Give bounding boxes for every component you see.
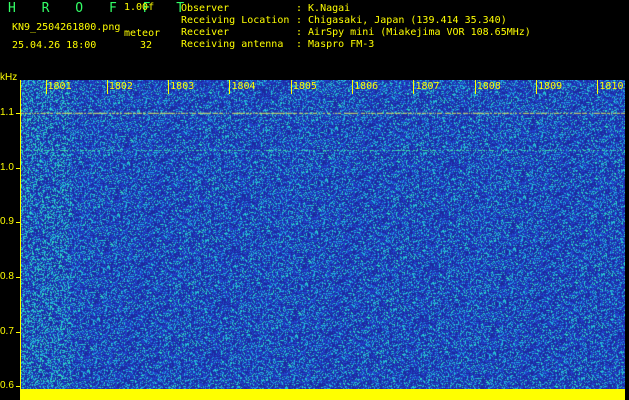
x-tick-label: 1808: [476, 81, 501, 92]
waterfall-canvas: [21, 80, 625, 400]
info-value-antenna: : Maspro FM-3: [296, 39, 375, 50]
x-tick-mark: [290, 80, 292, 94]
x-tick-label: 1806: [354, 81, 379, 92]
meteor-label: meteor: [124, 28, 161, 39]
x-tick-label: 1801: [47, 81, 72, 92]
signal-baseline: [21, 389, 625, 400]
y-tick-label: 0.6: [0, 380, 14, 392]
info-key-receiver: Receiver: [181, 27, 230, 38]
info-key-observer: Observer: [181, 3, 230, 14]
y-axis-label: kHz: [0, 72, 18, 83]
y-tick-mark: [16, 331, 21, 333]
y-tick-mark: [16, 167, 21, 169]
x-tick-label: 1803: [170, 81, 195, 92]
x-tick-mark: [106, 80, 108, 94]
info-value-observer: : K.Nagai: [296, 3, 351, 14]
y-tick-mark: [16, 222, 21, 224]
x-tick-label: 1810: [599, 81, 624, 92]
y-tick-mark: [16, 386, 21, 388]
info-key-location: Receiving Location: [181, 15, 290, 26]
x-tick-mark: [45, 80, 47, 94]
y-tick-mark: [16, 112, 21, 114]
info-value-location: : Chigasaki, Japan (139.414 35.340): [296, 15, 507, 26]
x-tick-mark: [597, 80, 599, 94]
y-tick-mark: [16, 276, 21, 278]
y-axis-line: [20, 80, 21, 400]
y-tick-label: 0.8: [0, 270, 14, 282]
waterfall-plot: [21, 80, 625, 400]
app-title: H R O F F T: [8, 1, 194, 16]
info-value-receiver: : AirSpy mini (Miakejima VOR 108.65MHz): [296, 27, 531, 38]
y-tick-label: 1.1: [0, 106, 14, 118]
version-label: 1.00f: [124, 2, 155, 13]
y-tick-label: 0.9: [0, 216, 14, 228]
timestamp-label: 25.04.26 18:00: [12, 40, 97, 51]
x-tick-label: 1804: [231, 81, 256, 92]
x-tick-label: 1802: [108, 81, 133, 92]
x-tick-mark: [474, 80, 476, 94]
x-tick-mark: [352, 80, 354, 94]
x-tick-mark: [168, 80, 170, 94]
x-tick-label: 1809: [538, 81, 563, 92]
filename-label: KN9_2504261800.png: [12, 22, 121, 33]
x-tick-mark: [536, 80, 538, 94]
meteor-count: 32: [140, 40, 153, 51]
x-tick-mark: [229, 80, 231, 94]
x-tick-label: 1805: [292, 81, 317, 92]
x-tick-mark: [413, 80, 415, 94]
x-tick-label: 1807: [415, 81, 440, 92]
y-tick-label: 0.7: [0, 325, 14, 337]
info-key-antenna: Receiving antenna: [181, 39, 284, 50]
y-tick-label: 1.0: [0, 161, 14, 173]
